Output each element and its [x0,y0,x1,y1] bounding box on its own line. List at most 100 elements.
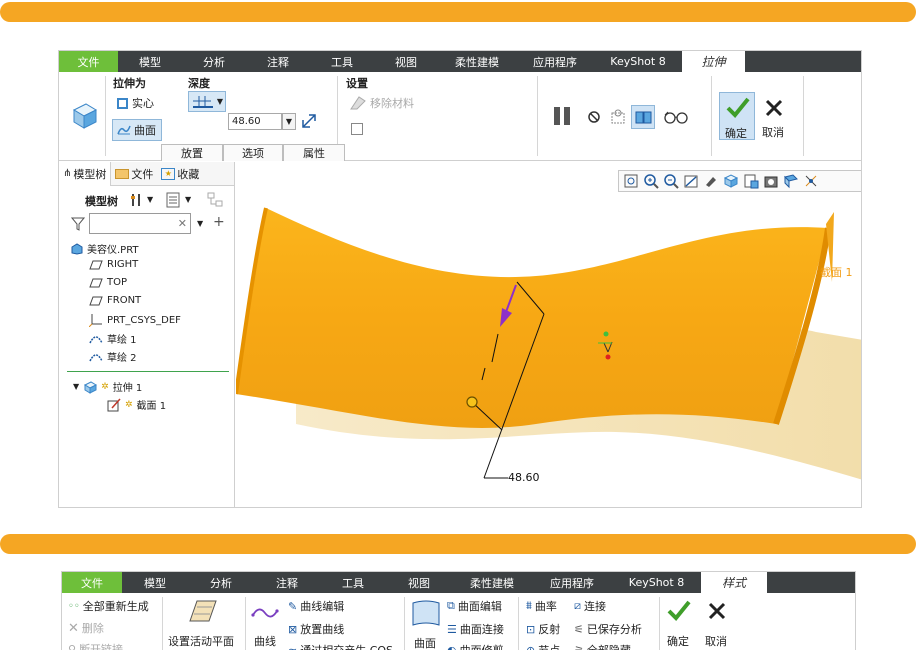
surface-button[interactable]: 曲面 [414,635,436,650]
surface-connect-button[interactable]: ☰ 曲面连接 [447,621,504,637]
menu-item[interactable]: 文件 [59,51,118,72]
chevron-down-icon[interactable]: ▼ [185,195,191,204]
cancel-button-style[interactable]: 取消 [700,597,732,649]
surface-trim-button[interactable]: ◐ 曲面修剪 [447,642,504,650]
menu-item[interactable]: 模型 [118,51,182,72]
menu-item[interactable]: 样式 [701,572,767,593]
surface-connect-label: 曲面连接 [459,623,504,636]
menu-item[interactable]: 工具 [310,51,374,72]
tab-favorites-label: 收藏 [177,167,200,181]
hide-all-icon: ⚞ [574,643,584,650]
dimension-value[interactable]: 48.60 [508,471,540,484]
curvature-button[interactable]: ⩩ 曲率 [526,598,557,614]
pause-icon[interactable] [552,106,572,126]
filter-icon[interactable] [71,217,85,231]
depth-input[interactable]: 48.60 [228,113,282,130]
part-icon [71,242,83,255]
cos-icon: ≈ [288,643,298,650]
hide-all-button[interactable]: ⚞ 全部隐藏 [574,642,631,650]
tree-item-extrude-1[interactable]: ▼ ✲ 拉伸 1 [73,379,142,394]
regen-all-label: 全部重新生成 [82,600,149,613]
expand-tree-icon[interactable] [207,192,223,208]
ok-button[interactable]: 确定 [719,92,755,140]
tree-item-section-1[interactable]: ✲ 截面 1 [107,397,166,412]
tree-item-sketch-2[interactable]: 草绘 2 [89,349,137,364]
menu-item[interactable]: 分析 [182,51,246,72]
feature-preview-button[interactable] [631,105,655,129]
tree-item-label: 草绘 1 [107,335,137,346]
expand-arrow-icon[interactable]: ▼ [73,382,79,391]
menu-item[interactable]: 文件 [62,572,122,593]
menu-item[interactable]: 应用程序 [532,572,612,593]
surface-option[interactable]: 曲面 [112,119,162,141]
geometry-preview-icon[interactable] [608,107,628,127]
ok-button-style[interactable]: 确定 [664,597,694,649]
surface-trim-icon: ◐ [447,643,457,650]
surface-icon [117,125,131,135]
depth-type-dropdown[interactable]: ▼ [188,91,226,112]
tree-search-input[interactable]: ✕ [89,213,191,234]
chevron-down-icon[interactable]: ▼ [147,195,153,204]
connect-analysis-button[interactable]: ⧄ 连接 [574,598,606,614]
graphics-area[interactable]: 48.60 截面 1 [236,162,861,507]
add-icon[interactable]: + [213,214,225,230]
menu-item[interactable]: 拉伸 [682,51,745,72]
solid-option[interactable]: 实心 [117,95,154,111]
tree-item-front[interactable]: FRONT [89,295,141,306]
tree-item-part[interactable]: 美容仪.PRT [71,241,139,256]
break-link-button[interactable]: ⚲ 断开链接 [68,641,123,650]
tree-item-sketch-1[interactable]: 草绘 1 [89,331,137,346]
menu-item[interactable]: 模型 [122,572,188,593]
ribbon-tab[interactable]: 选项 [223,144,283,161]
menu-item[interactable]: 分析 [188,572,254,593]
menu-item[interactable]: 应用程序 [516,51,594,72]
checkmark-icon [667,600,691,621]
surface-edit-button[interactable]: ⧉ 曲面编辑 [447,598,502,614]
saved-analysis-button[interactable]: ⚟ 已保存分析 [574,621,642,637]
ribbon-tab[interactable]: 放置 [161,144,223,161]
delete-button[interactable]: ✕ 删除 [68,620,104,636]
reflect-button[interactable]: ⊡ 反射 [526,621,560,637]
place-curve-button[interactable]: ⊠ 放置曲线 [288,621,344,637]
menu-item[interactable]: 视图 [386,572,452,593]
remove-material-option[interactable]: 移除材料 [350,95,414,111]
node-icon: ⊕ [526,643,536,650]
menu-item[interactable]: 柔性建模 [452,572,532,593]
flip-direction-icon[interactable] [300,112,318,130]
connect-icon: ⧄ [574,599,581,612]
tab-favorites[interactable]: ★ 收藏 [157,162,203,186]
chevron-down-icon[interactable]: ▼ [197,219,203,228]
curve-edit-button[interactable]: ✎ 曲线编辑 [288,598,344,614]
regen-all-button[interactable]: ◦◦ 全部重新生成 [68,598,149,614]
thicken-checkbox[interactable] [351,123,363,135]
tree-item-top[interactable]: TOP [89,277,127,288]
clear-icon[interactable]: ✕ [178,217,187,230]
cancel-button[interactable]: 取消 [759,92,789,140]
tree-item-csys[interactable]: PRT_CSYS_DEF [89,313,181,327]
verify-glasses-icon[interactable] [663,110,689,124]
menu-item[interactable]: 注释 [246,51,310,72]
menu-item[interactable]: KeyShot 8 [594,51,682,72]
cos-intersect-button[interactable]: ≈ 通过相交产生 COS [288,642,393,650]
curve-button[interactable]: 曲线 [254,633,276,649]
no-preview-icon[interactable] [587,110,601,124]
menu-item[interactable]: 视图 [374,51,438,72]
depth-dropdown-button[interactable]: ▼ [282,113,296,130]
reflect-icon: ⊡ [526,622,536,636]
tab-model-tree[interactable]: ⋔ 模型树 [59,161,112,186]
curve-edit-icon: ✎ [288,599,298,613]
reflect-label: 反射 [538,623,561,636]
menu-item[interactable]: 工具 [320,572,386,593]
ribbon-tab[interactable]: 属性 [283,144,345,161]
tree-settings-icon[interactable] [129,192,145,208]
tab-files[interactable]: 文件 [111,162,157,186]
extrude-icon [84,380,98,394]
tree-item-right[interactable]: RIGHT [89,259,138,270]
show-icon[interactable] [166,192,180,208]
node-button[interactable]: ⊕ 节点 [526,642,560,650]
menu-item[interactable]: 柔性建模 [438,51,516,72]
menu-item[interactable]: KeyShot 8 [612,572,701,593]
set-active-plane-button[interactable]: 设置活动平面 [168,633,234,649]
tree-item-label: 草绘 2 [107,353,137,364]
menu-item[interactable]: 注释 [254,572,320,593]
